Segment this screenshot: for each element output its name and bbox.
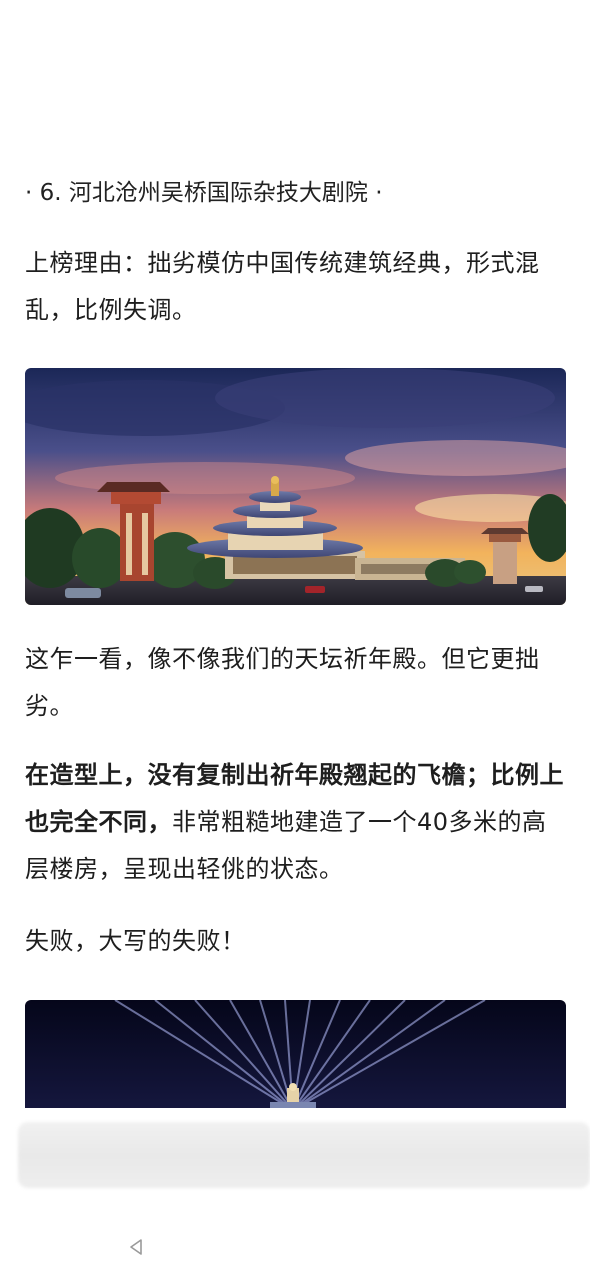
- nav-back-icon[interactable]: [127, 1238, 145, 1256]
- comparison-paragraph: 这乍一看，像不像我们的天坛祈年殿。但它更拙劣。: [25, 645, 540, 720]
- section-title: · 6. 河北沧州吴桥国际杂技大剧院 ·: [25, 180, 383, 206]
- blurred-action-bar[interactable]: [18, 1122, 590, 1188]
- night-show-image[interactable]: [25, 1000, 566, 1110]
- theater-rendering-image[interactable]: [25, 368, 566, 605]
- critique-paragraph: 在造型上，没有复制出祈年殿翘起的飞檐；比例上也完全不同，非常粗糙地建造了一个40…: [25, 752, 570, 893]
- reason-paragraph: 上榜理由：拙劣模仿中国传统建筑经典，形式混乱，比例失调。: [25, 249, 540, 324]
- failure-paragraph: 失败，大写的失败！: [25, 927, 246, 955]
